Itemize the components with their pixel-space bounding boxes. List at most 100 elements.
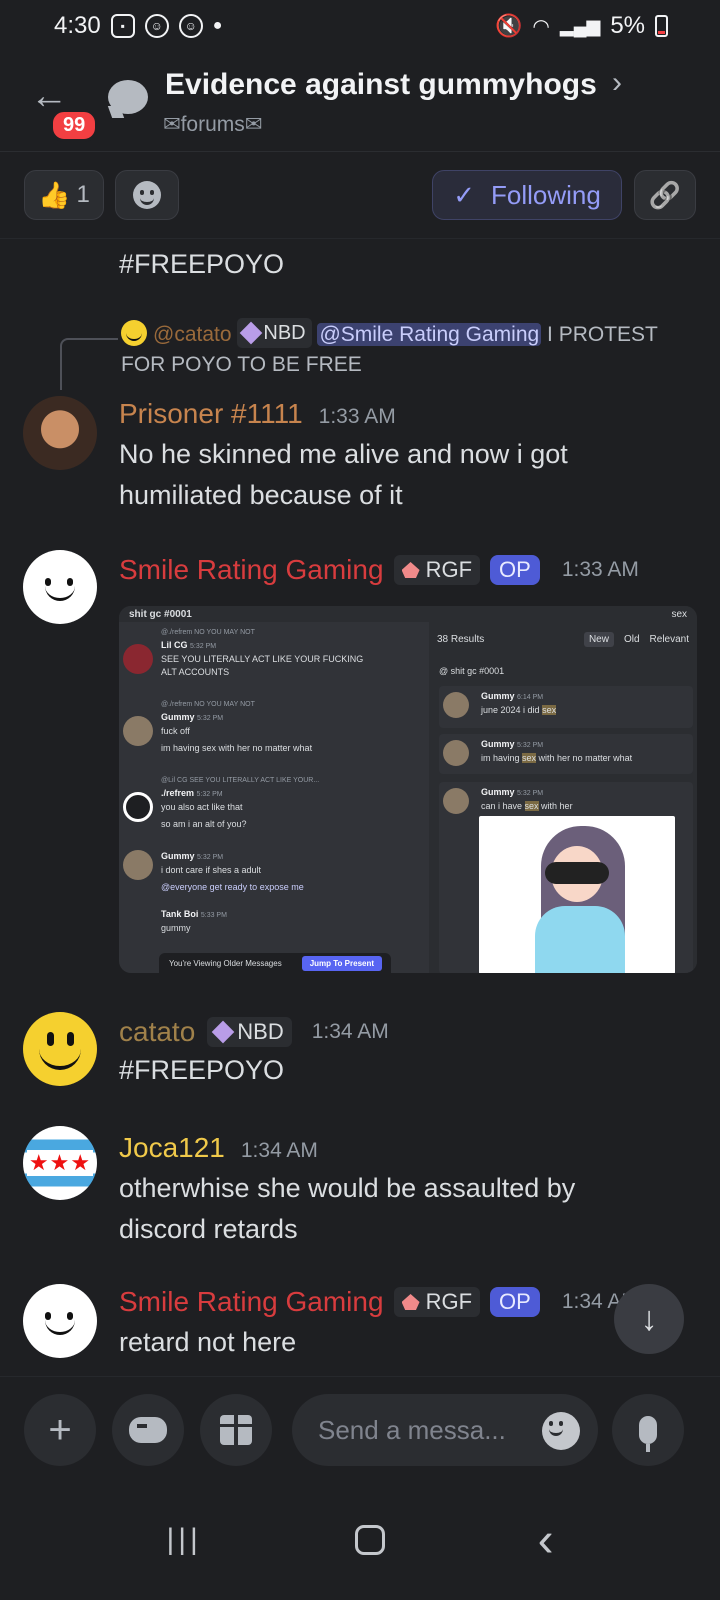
message-header: Joca121 1:34 AM bbox=[119, 1132, 318, 1164]
arrow-down-icon: ↓ bbox=[640, 1299, 658, 1338]
role-tag: NBD bbox=[207, 1017, 292, 1047]
avatar[interactable] bbox=[23, 550, 97, 624]
author-name[interactable]: Smile Rating Gaming bbox=[119, 554, 384, 586]
message-header: catato NBD 1:34 AM bbox=[119, 1016, 389, 1048]
gift-button[interactable] bbox=[200, 1394, 272, 1466]
activities-button[interactable] bbox=[112, 1394, 184, 1466]
shot-author: Gummy bbox=[161, 712, 195, 722]
shot-channel-name: shit gc #0001 bbox=[129, 608, 192, 620]
gift-icon bbox=[220, 1415, 252, 1445]
diamond-icon bbox=[211, 1020, 235, 1044]
shot-avatar bbox=[123, 850, 153, 880]
microphone-icon bbox=[639, 1416, 657, 1452]
tag-label: NBD bbox=[263, 322, 306, 344]
shot-channel-bar: shit gc #0001 sex bbox=[119, 606, 697, 622]
shot-author: Tank Boi bbox=[161, 909, 199, 919]
message-text: #FREEPOYO bbox=[119, 249, 285, 279]
message-input[interactable]: Send a messa... bbox=[292, 1394, 598, 1466]
shot-line: im having sex with her no matter what bbox=[161, 743, 313, 753]
reply-preview[interactable]: @catato NBD @Smile Rating Gaming I PROTE… bbox=[121, 318, 681, 380]
shot-search-pane: 38 Results New Old Relevant @ shit gc #0… bbox=[429, 622, 697, 973]
thread-header: ← 99 Evidence against gummyhogs › ✉forum… bbox=[0, 52, 720, 152]
role-tag: RGF bbox=[393, 555, 481, 585]
gamepad-icon bbox=[129, 1417, 167, 1443]
message-text: #FREEPOYO bbox=[119, 1055, 285, 1085]
status-time: 4:30 bbox=[54, 12, 101, 39]
tag-label: RGF bbox=[425, 1289, 473, 1314]
link-icon: 🔗 bbox=[648, 179, 682, 210]
copy-link-button[interactable]: 🔗 bbox=[634, 170, 696, 220]
message-header: Smile Rating Gaming RGF OP 1:34 AM bbox=[119, 1286, 639, 1318]
jump-to-bottom-button[interactable]: ↓ bbox=[614, 1284, 684, 1354]
shot-line: i dont care if shes a adult bbox=[161, 865, 262, 875]
following-button[interactable]: ✓ Following bbox=[432, 170, 622, 220]
back-button[interactable]: ‹ bbox=[538, 1513, 554, 1568]
chevron-right-icon[interactable]: › bbox=[612, 66, 622, 100]
thread-title[interactable]: Evidence against gummyhogs bbox=[165, 68, 597, 102]
shot-author: Lil CG bbox=[161, 640, 188, 650]
op-badge: OP bbox=[490, 555, 540, 585]
shot-author: Gummy bbox=[481, 739, 515, 749]
diamond-icon bbox=[240, 321, 263, 345]
shot-author: Gummy bbox=[161, 851, 195, 861]
emoji-picker-icon[interactable] bbox=[542, 1412, 580, 1450]
shot-avatar bbox=[123, 792, 153, 822]
shot-results-channel: @ shit gc #0001 bbox=[439, 666, 505, 676]
add-reaction-button[interactable] bbox=[115, 170, 179, 220]
shot-message: Tank Boi 5:33 PM gummy bbox=[161, 908, 227, 935]
shot-result: Gummy 6:14 PM june 2024 i did sex bbox=[439, 686, 693, 728]
shot-time: 5:33 PM bbox=[200, 912, 227, 919]
shot-line: june 2024 i did sex bbox=[481, 705, 557, 715]
smiley-icon bbox=[133, 181, 161, 209]
shot-avatar bbox=[443, 740, 469, 766]
checkmark-icon: ✓ bbox=[453, 179, 475, 210]
timestamp: 1:33 AM bbox=[561, 558, 639, 581]
author-name[interactable]: Prisoner #1111 bbox=[119, 398, 303, 430]
shot-time: 5:32 PM bbox=[190, 643, 217, 650]
author-name[interactable]: catato bbox=[119, 1016, 195, 1048]
avatar[interactable] bbox=[23, 1012, 97, 1086]
shot-message: @Lil CG SEE YOU LITERALLY ACT LIKE YOUR.… bbox=[161, 774, 319, 831]
gem-icon bbox=[401, 1294, 420, 1310]
gallery-notification-icon: ▪ bbox=[110, 14, 135, 38]
shot-line: fuck off bbox=[161, 726, 190, 736]
message-text: retard not here bbox=[119, 1327, 297, 1357]
avatar[interactable] bbox=[23, 396, 97, 470]
home-button[interactable] bbox=[354, 1525, 385, 1555]
more-notifications-dot-icon: ● bbox=[212, 17, 223, 34]
avatar[interactable]: ★★★ bbox=[23, 1126, 97, 1200]
battery-icon bbox=[655, 15, 668, 37]
attach-button[interactable]: + bbox=[24, 1394, 96, 1466]
shot-message: Gummy 5:32 PM i dont care if shes a adul… bbox=[161, 850, 304, 894]
shot-message-pane: @./refrem NO YOU MAY NOT Lil CG 5:32 PM … bbox=[119, 622, 427, 973]
shot-author: ./refrem bbox=[161, 788, 195, 798]
shot-older-bar: You're Viewing Older Messages Jump To Pr… bbox=[159, 953, 391, 973]
tag-label: RGF bbox=[425, 557, 473, 582]
reaction-thumbs-up-button[interactable]: 👍 1 bbox=[24, 170, 104, 220]
author-name[interactable]: Joca121 bbox=[119, 1132, 225, 1164]
shot-tab: Old bbox=[623, 634, 640, 645]
author-name[interactable]: Smile Rating Gaming bbox=[119, 1286, 384, 1318]
plus-icon: + bbox=[48, 1407, 72, 1452]
shot-line: gummy bbox=[161, 923, 191, 933]
shot-reply-ref: @./refrem NO YOU MAY NOT bbox=[161, 629, 255, 636]
recents-button[interactable]: ||| bbox=[166, 1523, 201, 1557]
shot-author: Gummy bbox=[481, 691, 515, 701]
shot-results-count: 38 Results bbox=[437, 634, 485, 645]
timestamp: 1:34 AM bbox=[311, 1020, 389, 1043]
reply-avatar bbox=[121, 320, 147, 346]
screenshot-attachment[interactable]: shit gc #0001 sex @./refrem NO YOU MAY N… bbox=[119, 606, 697, 973]
shot-line: you also act like that bbox=[161, 802, 243, 812]
avatar[interactable] bbox=[23, 1284, 97, 1358]
timestamp: 1:34 AM bbox=[240, 1139, 318, 1162]
message-list[interactable]: #FREEPOYO @catato NBD @Smile Rating Gami… bbox=[0, 240, 720, 1400]
shot-line: @everyone get ready to expose me bbox=[161, 882, 304, 892]
voice-message-button[interactable] bbox=[612, 1394, 684, 1466]
parent-channel-name[interactable]: ✉forums✉ bbox=[163, 112, 262, 137]
following-label: Following bbox=[490, 179, 601, 210]
unread-badge: 99 bbox=[50, 109, 99, 142]
message-input-placeholder: Send a messa... bbox=[318, 1414, 506, 1445]
star-icon: ★★★ bbox=[26, 1150, 94, 1176]
shot-tab: Relevant bbox=[649, 634, 689, 645]
reply-connector bbox=[60, 338, 118, 390]
